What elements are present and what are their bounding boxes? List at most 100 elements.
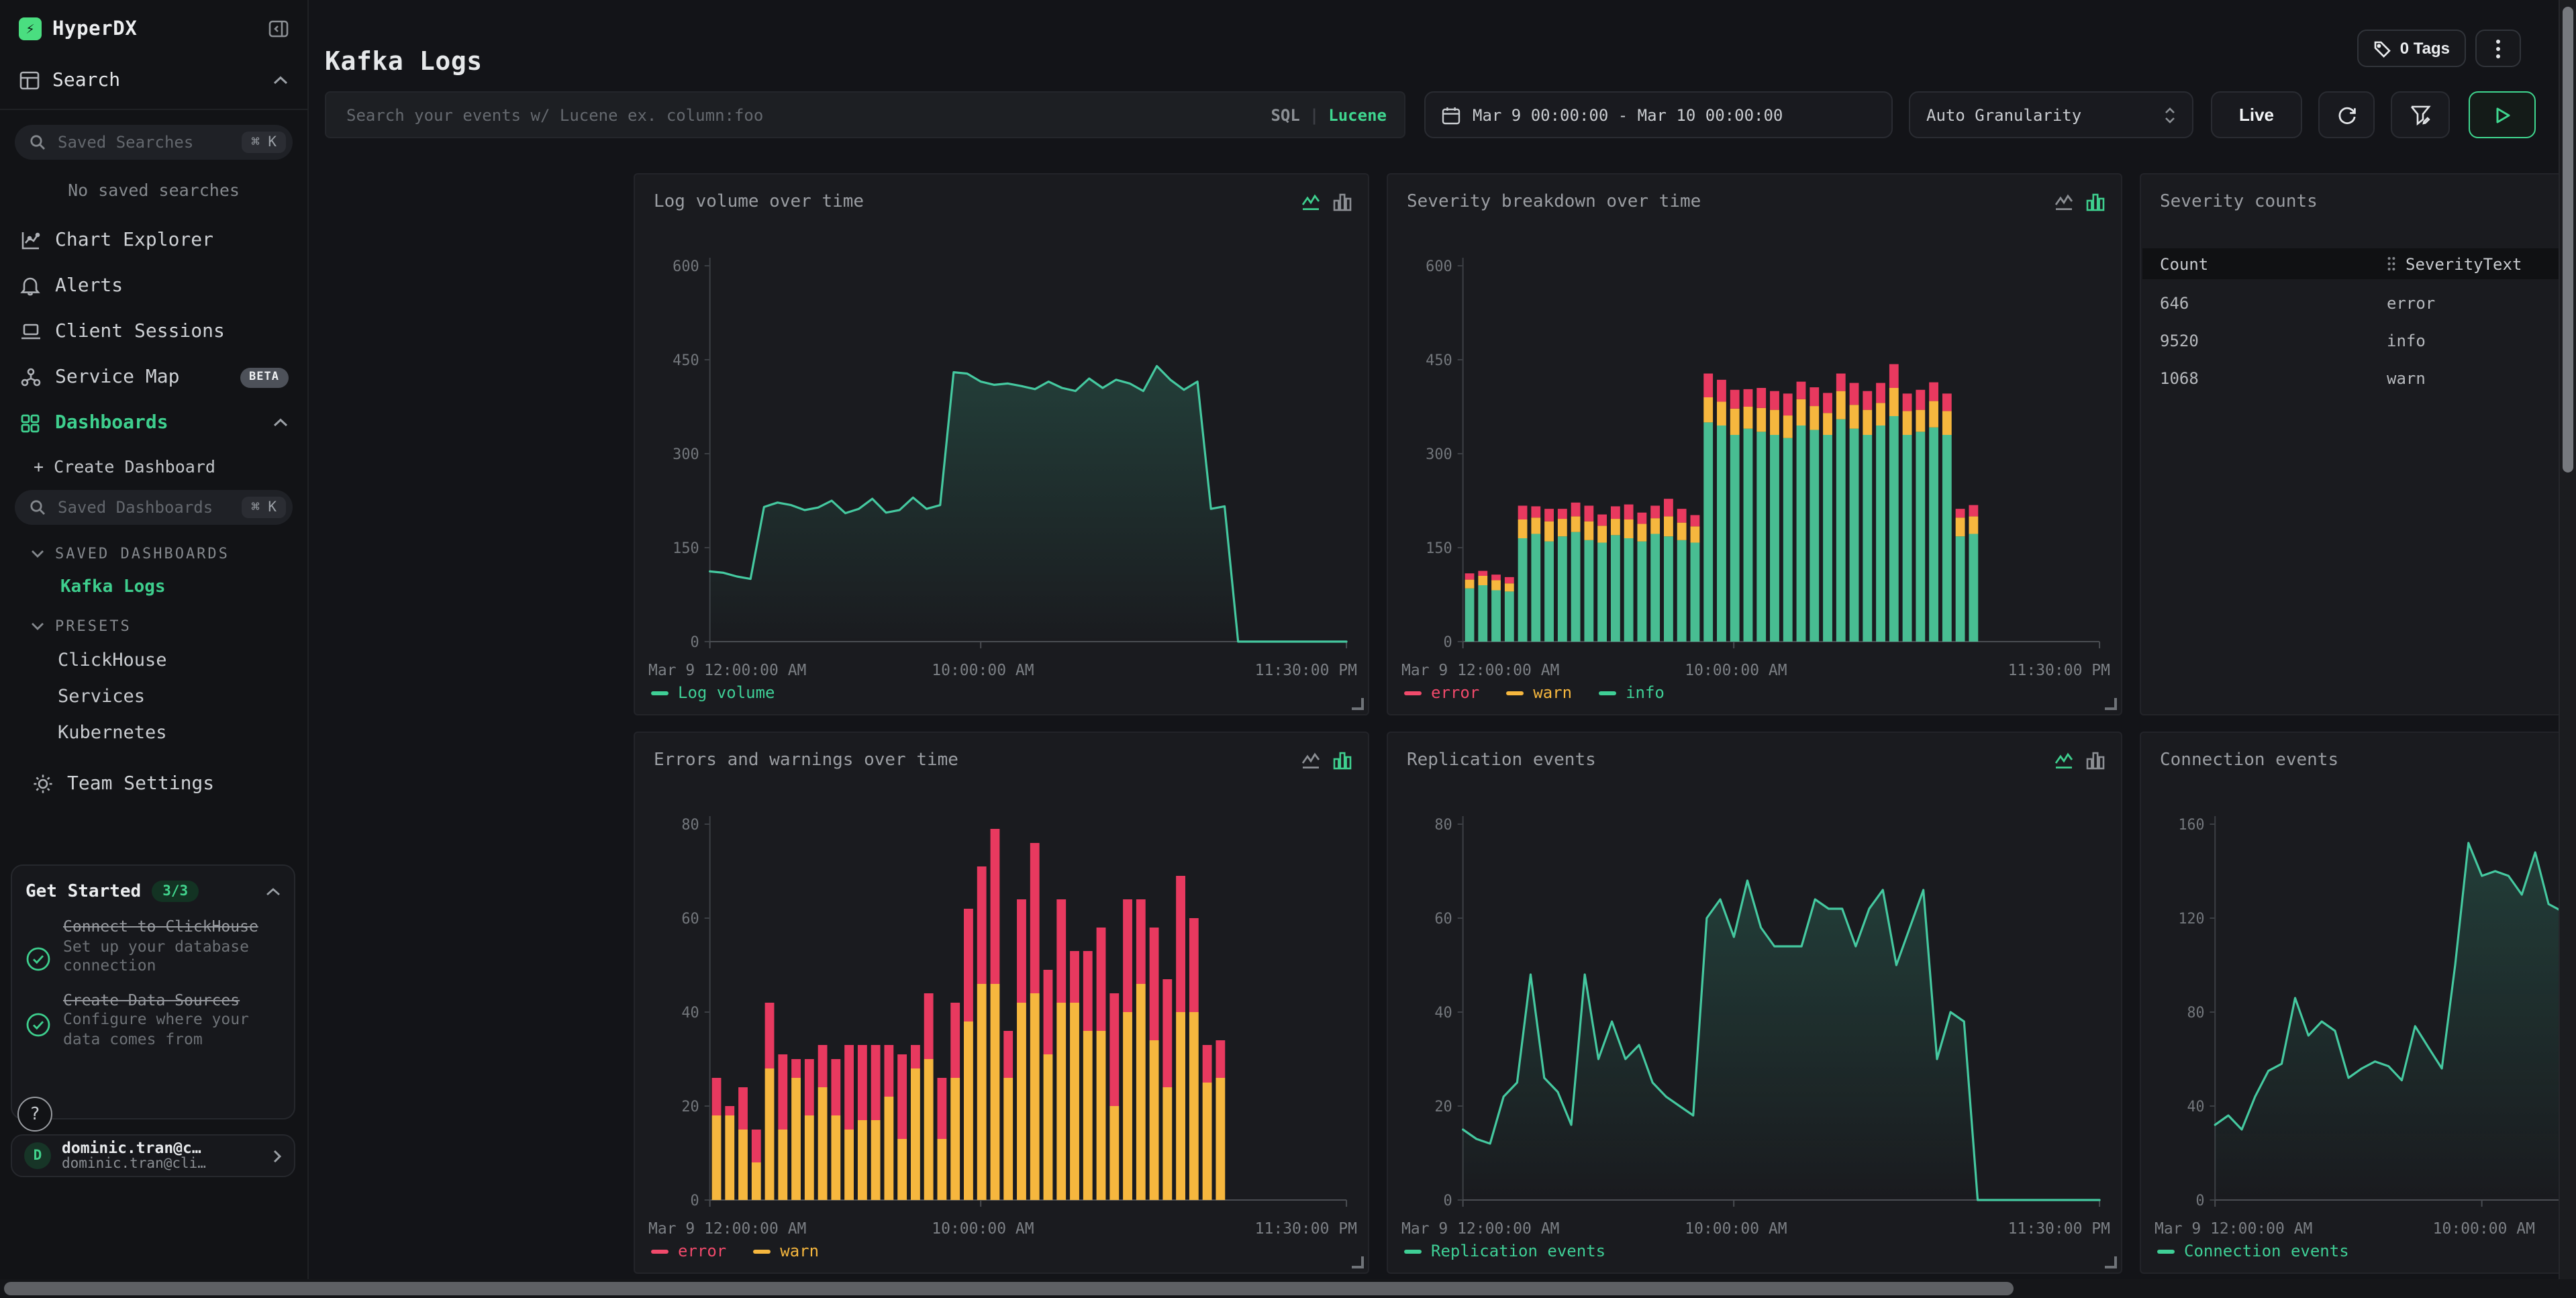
x-axis-label: Mar 9 12:00:00 AM — [648, 1219, 806, 1238]
bar-chart-icon — [1333, 750, 1352, 770]
filter-button[interactable] — [2391, 91, 2450, 138]
svg-text:450: 450 — [673, 352, 699, 369]
bar-chart-toggle[interactable] — [1333, 192, 1352, 212]
legend-item[interactable]: error — [651, 1242, 726, 1260]
query-toolbar: SQL | Lucene Mar 9 00:00:00 - Mar 10 00:… — [325, 91, 2518, 138]
search-icon — [30, 134, 46, 150]
saved-dashboards-input[interactable]: ⌘ K — [15, 490, 293, 525]
legend-item[interactable]: warn — [753, 1242, 819, 1260]
step-subtitle: Configure where your data comes from — [63, 1009, 281, 1048]
panel-resize-handle[interactable] — [1352, 1256, 1364, 1268]
line-chart-icon — [1301, 750, 1321, 770]
preset-services[interactable]: Services — [58, 686, 293, 707]
time-range-picker[interactable]: Mar 9 00:00:00 - Mar 10 00:00:00 — [1424, 91, 1893, 138]
cell-count: 1068 — [2160, 369, 2387, 388]
line-chart-toggle[interactable] — [1301, 750, 1321, 770]
svg-text:40: 40 — [681, 1005, 699, 1021]
column-header-severitytext[interactable]: SeverityText — [2387, 254, 2576, 273]
event-search-input[interactable] — [344, 104, 1257, 126]
gear-icon — [32, 773, 54, 795]
tags-button[interactable]: 0 Tags — [2357, 30, 2466, 67]
chart-explorer-icon — [19, 230, 42, 251]
sidebar-item-search[interactable]: Search — [0, 70, 307, 110]
x-axis-label: 11:30:00 PM — [1255, 1219, 1357, 1238]
legend-label: error — [678, 1242, 726, 1260]
search-nav-icon — [19, 70, 40, 91]
chevron-up-icon[interactable] — [266, 887, 281, 896]
table-row[interactable]: 1068warn — [2142, 360, 2576, 397]
get-started-title: Get Started — [26, 881, 141, 901]
horizontal-scrollbar[interactable] — [0, 1279, 2576, 1298]
chevron-down-icon — [31, 549, 44, 558]
sidebar-item-client-sessions[interactable]: Client Sessions — [15, 309, 293, 354]
sql-toggle[interactable]: SQL — [1271, 105, 1299, 124]
tag-icon — [2373, 40, 2391, 57]
preset-clickhouse[interactable]: ClickHouse — [58, 650, 293, 671]
granularity-select[interactable]: Auto Granularity — [1909, 91, 2193, 138]
sidebar-collapse-button[interactable] — [268, 19, 289, 39]
panel-resize-handle[interactable] — [2105, 1256, 2117, 1268]
event-search-box[interactable]: SQL | Lucene — [325, 91, 1405, 138]
create-dashboard-button[interactable]: + Create Dashboard — [34, 456, 293, 477]
saved-searches-input[interactable]: ⌘ K — [15, 125, 293, 160]
sidebar-item-label: Alerts — [55, 275, 289, 297]
table-row[interactable]: 646error — [2142, 285, 2576, 322]
saved-searches-field[interactable] — [55, 132, 232, 153]
run-query-button[interactable] — [2469, 91, 2536, 138]
bar-chart-toggle[interactable] — [2086, 192, 2105, 212]
drag-handle-icon[interactable] — [2387, 256, 2396, 271]
vertical-scrollbar[interactable] — [2559, 0, 2576, 1298]
legend-item[interactable]: Connection events — [2157, 1242, 2349, 1260]
more-options-button[interactable] — [2475, 30, 2521, 67]
user-menu[interactable]: D dominic.tran@c… dominic.tran@cli… — [11, 1134, 295, 1177]
legend-item[interactable]: info — [1599, 683, 1665, 702]
sidebar-item-label: Client Sessions — [55, 321, 289, 342]
line-chart-toggle[interactable] — [1301, 192, 1321, 212]
live-button[interactable]: Live — [2211, 91, 2302, 138]
x-axis-label: 10:00:00 AM — [932, 660, 1034, 679]
column-header-count[interactable]: Count — [2160, 254, 2379, 273]
chevron-down-icon — [31, 621, 44, 631]
sidebar-item-team-settings[interactable]: Team Settings — [32, 773, 293, 795]
x-axis-labels: Mar 9 12:00:00 AM10:00:00 AM11:30:00 PM — [646, 660, 1357, 681]
legend-item[interactable]: warn — [1506, 683, 1572, 702]
lucene-toggle[interactable]: Lucene — [1328, 105, 1387, 124]
panel-resize-handle[interactable] — [1352, 698, 1364, 710]
sidebar-item-service-map[interactable]: Service Map BETA — [15, 354, 293, 400]
legend-item[interactable]: Replication events — [1404, 1242, 1605, 1260]
presets-group[interactable]: PRESETS — [31, 617, 293, 635]
saved-dashboards-group[interactable]: SAVED DASHBOARDS — [31, 545, 293, 562]
sidebar-item-alerts[interactable]: Alerts — [15, 263, 293, 309]
shortcut-hint: ⌘ K — [242, 497, 286, 518]
saved-dashboards-field[interactable] — [55, 497, 232, 518]
legend-label: warn — [1533, 683, 1572, 702]
help-button[interactable]: ? — [17, 1097, 52, 1132]
panel-severity-counts: Severity counts Count SeverityText 646er… — [2140, 173, 2576, 715]
refresh-button[interactable] — [2318, 91, 2375, 138]
bar-chart-toggle[interactable] — [1333, 750, 1352, 770]
sidebar-item-chart-explorer[interactable]: Chart Explorer — [15, 217, 293, 263]
saved-dashboard-kafka-logs[interactable]: Kafka Logs — [60, 577, 293, 597]
table-row[interactable]: 9520info — [2142, 322, 2576, 360]
preset-kubernetes[interactable]: Kubernetes — [58, 722, 293, 744]
svg-text:600: 600 — [673, 258, 699, 275]
line-chart-toggle[interactable] — [2054, 750, 2074, 770]
get-started-step-connect[interactable]: Connect to ClickHouse Set up your databa… — [26, 917, 281, 975]
horizontal-scrollbar-thumb[interactable] — [4, 1282, 2014, 1295]
vertical-scrollbar-thumb[interactable] — [2563, 7, 2573, 472]
chevron-up-icon[interactable] — [273, 75, 289, 86]
svg-text:40: 40 — [2187, 1099, 2205, 1115]
bar-chart-toggle[interactable] — [2086, 750, 2105, 770]
sidebar-item-dashboards[interactable]: Dashboards — [15, 400, 293, 446]
legend-item[interactable]: error — [1404, 683, 1479, 702]
legend-label: info — [1626, 683, 1665, 702]
svg-text:150: 150 — [1426, 540, 1452, 557]
x-axis-label: 10:00:00 AM — [932, 1219, 1034, 1238]
get-started-step-sources[interactable]: Create Data Sources Configure where your… — [26, 990, 281, 1048]
legend-item[interactable]: Log volume — [651, 683, 775, 702]
x-axis-labels: Mar 9 12:00:00 AM10:00:00 AM11:30:00 PM — [2152, 1219, 2576, 1239]
chevron-up-icon[interactable] — [273, 417, 289, 428]
panel-resize-handle[interactable] — [2105, 698, 2117, 710]
line-chart-toggle[interactable] — [2054, 192, 2074, 212]
legend-swatch — [651, 691, 668, 695]
